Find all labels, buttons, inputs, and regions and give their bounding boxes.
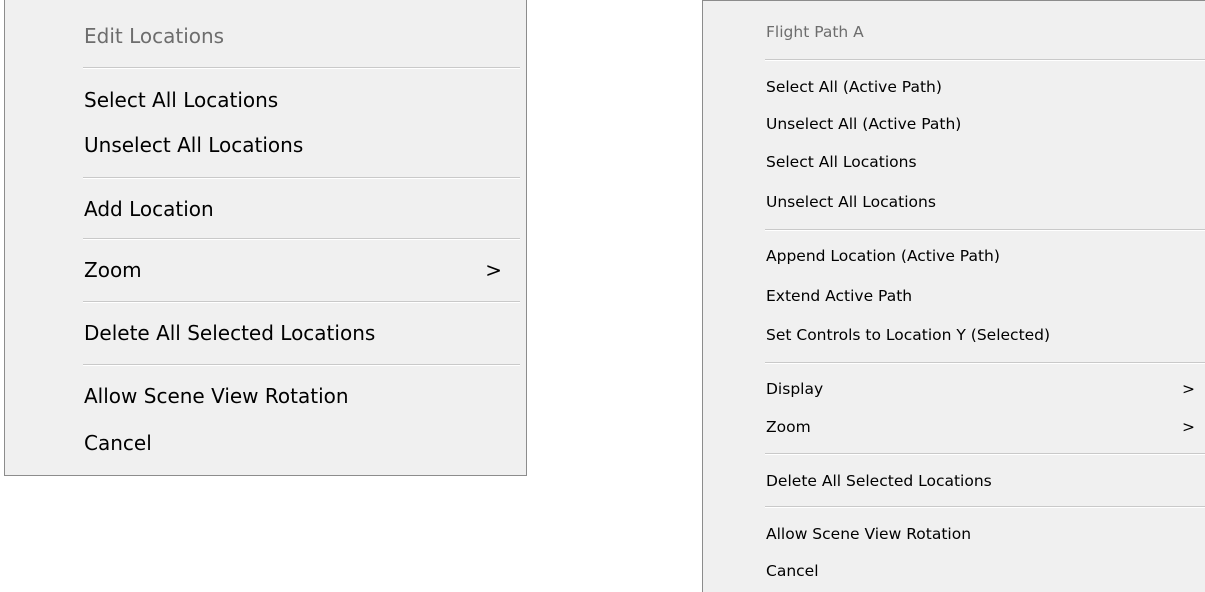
menu-item-label: Unselect All Locations [766, 193, 936, 211]
menu-item-allow-scene-view-rotation[interactable]: Allow Scene View Rotation [703, 519, 1205, 549]
menu-item-add-location[interactable]: Add Location [5, 189, 526, 229]
menu-item-label: Select All Locations [766, 153, 917, 171]
menu-header-label: Flight Path A [766, 23, 864, 41]
chevron-right-icon: > [1182, 418, 1195, 436]
menu-item-unselect-all-locations[interactable]: Unselect All Locations [5, 125, 526, 165]
menu-item-select-all-active-path[interactable]: Select All (Active Path) [703, 72, 1205, 102]
chevron-right-icon: > [1182, 380, 1195, 398]
menu-item-cancel[interactable]: Cancel [5, 423, 526, 463]
menu-item-label: Unselect All (Active Path) [766, 115, 962, 133]
menu-item-allow-scene-view-rotation[interactable]: Allow Scene View Rotation [5, 376, 526, 416]
menu-separator [765, 506, 1205, 508]
chevron-right-icon: > [485, 258, 502, 282]
menu-item-select-all-locations[interactable]: Select All Locations [703, 147, 1205, 177]
menu-item-append-location-active-path[interactable]: Append Location (Active Path) [703, 241, 1205, 271]
menu-separator [765, 362, 1205, 364]
menu-separator [83, 177, 520, 179]
menu-item-delete-all-selected-locations[interactable]: Delete All Selected Locations [5, 313, 526, 353]
menu-item-set-controls-to-location[interactable]: Set Controls to Location Y (Selected) [703, 320, 1205, 350]
menu-item-label: Zoom [766, 418, 811, 436]
menu-item-label: Cancel [766, 562, 819, 580]
menu-item-label: Zoom [84, 258, 142, 282]
context-menu-edit-locations: Edit Locations Select All Locations Unse… [4, 0, 527, 476]
menu-item-zoom[interactable]: Zoom > [703, 412, 1205, 442]
menu-item-label: Cancel [84, 431, 152, 455]
menu-separator [83, 301, 520, 303]
menu-item-label: Delete All Selected Locations [766, 472, 992, 490]
menu-separator [765, 59, 1205, 61]
menu-item-label: Allow Scene View Rotation [84, 384, 349, 408]
menu-item-cancel[interactable]: Cancel [703, 556, 1205, 586]
menu-item-label: Allow Scene View Rotation [766, 525, 972, 543]
menu-item-zoom[interactable]: Zoom > [5, 250, 526, 290]
context-menu-flight-path: Flight Path A Select All (Active Path) U… [702, 0, 1205, 592]
menu-item-unselect-all-active-path[interactable]: Unselect All (Active Path) [703, 109, 1205, 139]
menu-item-label: Select All Locations [84, 88, 279, 112]
menu-item-label: Extend Active Path [766, 287, 913, 305]
menu-item-label: Select All (Active Path) [766, 78, 942, 96]
menu-item-label: Unselect All Locations [84, 133, 304, 157]
menu-separator [83, 67, 520, 69]
menu-item-label: Add Location [84, 197, 214, 221]
menu-separator [765, 453, 1205, 455]
menu-item-label: Append Location (Active Path) [766, 247, 1000, 265]
menu-item-extend-active-path[interactable]: Extend Active Path [703, 281, 1205, 311]
menu-separator [83, 238, 520, 240]
menu-header-edit-locations: Edit Locations [5, 16, 526, 56]
menu-item-unselect-all-locations[interactable]: Unselect All Locations [703, 187, 1205, 217]
menu-item-label: Set Controls to Location Y (Selected) [766, 326, 1051, 344]
menu-separator [765, 229, 1205, 231]
menu-item-delete-all-selected-locations[interactable]: Delete All Selected Locations [703, 466, 1205, 496]
menu-item-label: Display [766, 380, 824, 398]
menu-separator [83, 364, 520, 366]
menu-header-flight-path-a: Flight Path A [703, 17, 1205, 47]
menu-header-label: Edit Locations [84, 24, 225, 48]
menu-item-label: Delete All Selected Locations [84, 321, 376, 345]
menu-item-display[interactable]: Display > [703, 374, 1205, 404]
menu-item-select-all-locations[interactable]: Select All Locations [5, 80, 526, 120]
